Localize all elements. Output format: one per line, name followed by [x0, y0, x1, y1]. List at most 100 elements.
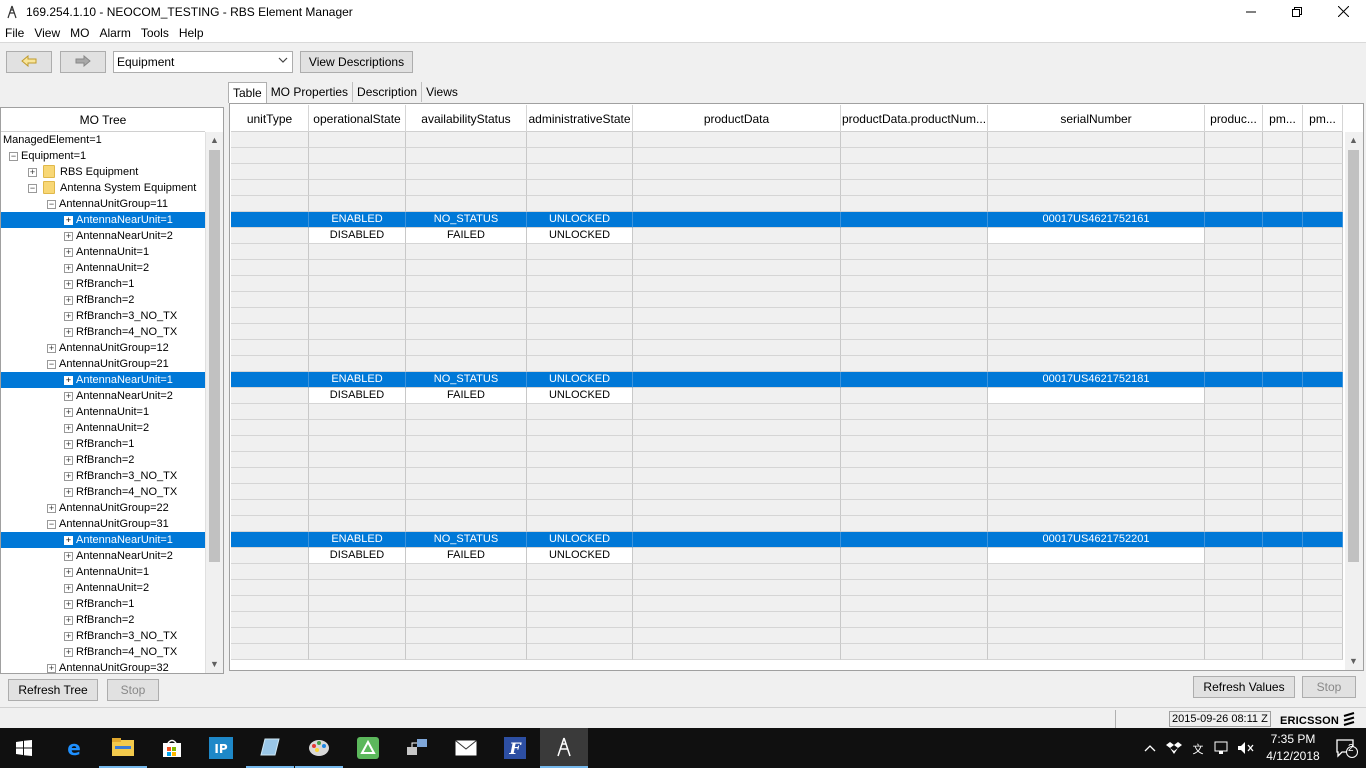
table-cell[interactable] [231, 132, 309, 148]
table-cell[interactable] [527, 148, 633, 164]
table-cell[interactable] [231, 580, 309, 596]
table-cell[interactable] [841, 596, 988, 612]
table-cell[interactable] [309, 596, 406, 612]
menu-file[interactable]: File [0, 26, 29, 40]
tree-node[interactable]: + RfBranch=4_NO_TX [1, 644, 205, 660]
table-cell[interactable] [309, 484, 406, 500]
table-cell[interactable] [1205, 180, 1263, 196]
table-cell[interactable] [1303, 596, 1343, 612]
stop-values-button[interactable]: Stop [1302, 676, 1356, 698]
table-cell[interactable] [1303, 164, 1343, 180]
table-cell[interactable] [1263, 340, 1303, 356]
table-cell[interactable] [1263, 452, 1303, 468]
minimize-button[interactable] [1228, 0, 1274, 23]
table-cell[interactable]: 00017US4621752181 [988, 372, 1205, 388]
table-cell[interactable] [231, 228, 309, 244]
table-cell[interactable]: UNLOCKED [527, 372, 633, 388]
table-cell[interactable] [988, 612, 1205, 628]
table-cell[interactable] [841, 180, 988, 196]
table-cell[interactable] [527, 564, 633, 580]
tree-node[interactable]: + AntennaNearUnit=2 [1, 548, 205, 564]
table-row[interactable] [231, 516, 1343, 532]
table-cell[interactable] [231, 436, 309, 452]
table-cell[interactable] [1263, 628, 1303, 644]
table-cell[interactable] [309, 324, 406, 340]
table-cell[interactable] [1263, 468, 1303, 484]
tree-node[interactable]: + AntennaNearUnit=1 [1, 532, 205, 548]
table-cell[interactable] [406, 324, 527, 340]
tree-node[interactable]: + RBS Equipment [1, 164, 205, 180]
menu-view[interactable]: View [29, 26, 65, 40]
table-cell[interactable] [1205, 356, 1263, 372]
table-cell[interactable] [1205, 148, 1263, 164]
table-cell[interactable] [406, 244, 527, 260]
table-cell[interactable] [1263, 212, 1303, 228]
table-cell[interactable] [633, 644, 841, 660]
table-cell[interactable] [527, 244, 633, 260]
table-cell[interactable] [1303, 516, 1343, 532]
file-explorer-icon[interactable] [99, 728, 147, 768]
tree-node[interactable]: + RfBranch=3_NO_TX [1, 468, 205, 484]
table-cell[interactable] [406, 564, 527, 580]
table-cell[interactable] [633, 372, 841, 388]
ime-icon[interactable]: 文 [1186, 728, 1210, 768]
table-cell[interactable] [988, 436, 1205, 452]
table-cell[interactable] [633, 196, 841, 212]
table-cell[interactable] [1205, 292, 1263, 308]
table-row[interactable] [231, 196, 1343, 212]
column-header[interactable]: pm... [1303, 105, 1343, 132]
table-row[interactable]: ENABLED NO_STATUS UNLOCKED 00017US462175216… [231, 212, 1343, 228]
table-cell[interactable] [1205, 164, 1263, 180]
stop-tree-button[interactable]: Stop [107, 679, 159, 701]
table-cell[interactable] [527, 340, 633, 356]
table-cell[interactable] [309, 644, 406, 660]
table-cell[interactable] [1303, 564, 1343, 580]
column-header[interactable]: pm... [1263, 105, 1303, 132]
table-cell[interactable] [841, 468, 988, 484]
table-cell[interactable] [406, 276, 527, 292]
table-cell[interactable] [1263, 324, 1303, 340]
edge-icon[interactable]: e [50, 728, 98, 768]
table-cell[interactable] [527, 308, 633, 324]
table-cell[interactable] [988, 404, 1205, 420]
table-cell[interactable] [841, 436, 988, 452]
column-header[interactable]: produc... [1205, 105, 1263, 132]
table-cell[interactable] [988, 644, 1205, 660]
table-row[interactable] [231, 596, 1343, 612]
app-ip-icon[interactable]: IP [197, 728, 245, 768]
expand-icon[interactable]: + [64, 328, 73, 337]
table-cell[interactable] [231, 500, 309, 516]
table-cell[interactable] [1303, 244, 1343, 260]
expand-icon[interactable]: + [64, 648, 73, 657]
expand-icon[interactable]: + [47, 344, 56, 353]
table-cell[interactable] [1205, 580, 1263, 596]
table-cell[interactable] [1303, 148, 1343, 164]
table-cell[interactable] [841, 420, 988, 436]
table-cell[interactable] [633, 468, 841, 484]
table-cell[interactable] [231, 564, 309, 580]
table-cell[interactable] [1303, 644, 1343, 660]
table-row[interactable] [231, 628, 1343, 644]
collapse-icon[interactable]: − [9, 152, 18, 161]
expand-icon[interactable]: + [64, 456, 73, 465]
table-scroll-thumb[interactable] [1348, 150, 1359, 562]
expand-icon[interactable]: + [64, 296, 73, 305]
table-cell[interactable] [231, 260, 309, 276]
table-cell[interactable] [1303, 276, 1343, 292]
table-cell[interactable] [309, 436, 406, 452]
table-cell[interactable] [1303, 196, 1343, 212]
expand-icon[interactable]: + [64, 312, 73, 321]
tree-node[interactable]: − AntennaUnitGroup=11 [1, 196, 205, 212]
table-cell[interactable] [527, 180, 633, 196]
table-cell[interactable] [1263, 388, 1303, 404]
table-cell[interactable] [988, 452, 1205, 468]
table-row[interactable] [231, 580, 1343, 596]
table-cell[interactable] [633, 324, 841, 340]
table-cell[interactable] [309, 132, 406, 148]
tree-scroll-thumb[interactable] [209, 150, 220, 562]
table-cell[interactable] [988, 500, 1205, 516]
table-scrollbar[interactable]: ▲ ▼ [1345, 132, 1363, 670]
table-cell[interactable] [1263, 612, 1303, 628]
table-cell[interactable] [1205, 324, 1263, 340]
table-cell[interactable] [527, 612, 633, 628]
